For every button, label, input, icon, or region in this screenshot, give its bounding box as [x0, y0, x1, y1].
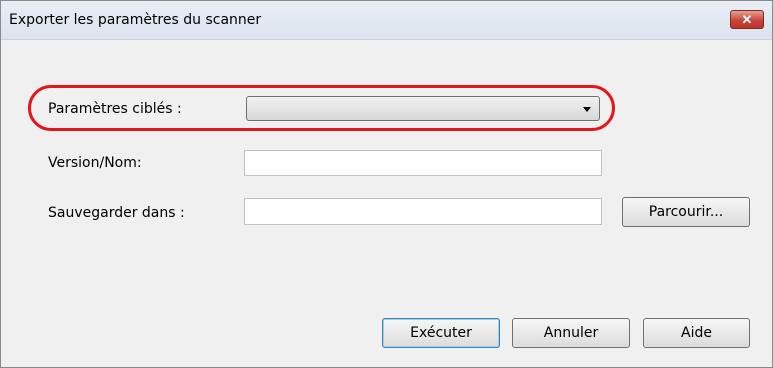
cancel-button[interactable]: Annuler — [512, 318, 630, 348]
version-name-label: Version/Nom: — [48, 155, 142, 171]
close-button[interactable]: ✕ — [730, 10, 764, 29]
version-name-field[interactable] — [244, 150, 602, 176]
browse-button[interactable]: Parcourir... — [622, 197, 750, 227]
help-button[interactable]: Aide — [643, 318, 750, 348]
save-in-label: Sauvegarder dans : — [48, 205, 185, 221]
target-settings-label: Paramètres ciblés : — [48, 101, 182, 117]
chevron-down-icon — [583, 107, 591, 112]
target-settings-dropdown[interactable] — [246, 96, 600, 121]
dialog-body: Paramètres ciblés : Version/Nom: Sauvega… — [1, 40, 772, 367]
dialog-title: Exporter les paramètres du scanner — [9, 12, 262, 28]
title-bar: Exporter les paramètres du scanner ✕ — [1, 1, 772, 40]
export-scanner-settings-dialog: Exporter les paramètres du scanner ✕ Par… — [0, 0, 773, 368]
close-icon: ✕ — [741, 11, 753, 27]
save-in-field[interactable] — [244, 198, 602, 225]
execute-button[interactable]: Exécuter — [382, 318, 500, 348]
